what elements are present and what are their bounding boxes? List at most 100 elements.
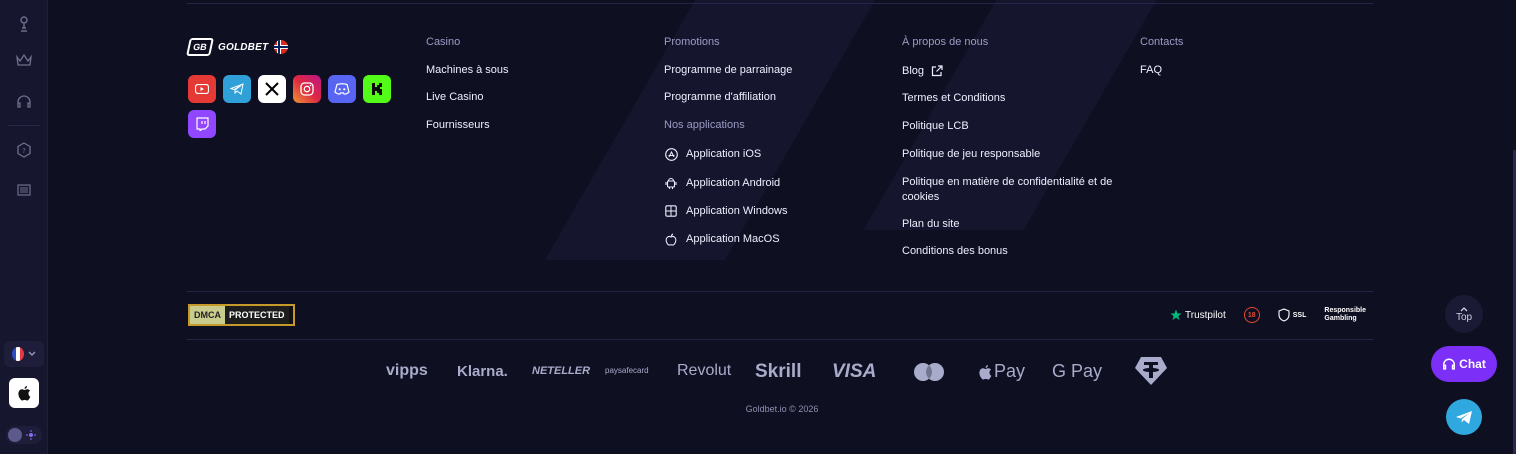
responsible-gambling-badge[interactable]: Responsible Gambling: [1324, 307, 1366, 323]
apple-pay-label: Pay: [994, 361, 1026, 381]
link-sitemap[interactable]: Plan du site: [902, 218, 959, 230]
footer-divider-1: [187, 291, 1373, 292]
app-macos-label: Application MacOS: [686, 233, 780, 245]
chat-button[interactable]: Chat: [1431, 346, 1497, 382]
discord-icon[interactable]: [328, 75, 356, 103]
payment-google-pay: G Pay: [1052, 361, 1103, 381]
footer-column-casino: Casino: [426, 36, 460, 48]
link-bonus-terms[interactable]: Conditions des bonus: [902, 245, 1008, 257]
payment-vipps: vipps: [386, 362, 428, 379]
trophy-icon[interactable]: [14, 14, 34, 34]
app-windows-label: Application Windows: [686, 205, 788, 217]
trustpilot-badge[interactable]: Trustpilot: [1170, 309, 1226, 321]
language-selector[interactable]: [4, 341, 44, 367]
logo-mark: GB: [186, 38, 214, 56]
chat-label: Chat: [1459, 357, 1486, 371]
column-title-casino: Casino: [426, 36, 461, 48]
dmca-protected-label: PROTECTED: [225, 306, 289, 324]
footer-column-about: À propos de nous: [902, 36, 988, 48]
top-divider: [187, 3, 1373, 4]
copyright-text: Goldbet.io © 2026: [0, 404, 1516, 414]
theme-toggle[interactable]: [6, 426, 42, 444]
app-ios-label: Application iOS: [686, 148, 762, 160]
link-live-casino[interactable]: Live Casino: [426, 91, 483, 103]
link-app-macos[interactable]: Application MacOS: [664, 232, 780, 246]
ssl-badge: SSL: [1278, 308, 1307, 322]
dmca-badge[interactable]: DMCA PROTECTED: [188, 304, 295, 326]
headset-icon: [1443, 358, 1456, 370]
france-flag-icon: [12, 347, 24, 361]
telegram-plane-icon: [1456, 410, 1472, 424]
norway-flag-icon: [274, 40, 289, 54]
trustpilot-label: Trustpilot: [1185, 309, 1226, 321]
link-affiliate[interactable]: Programme d'affiliation: [664, 91, 776, 103]
payment-klarna: Klarna.: [457, 363, 508, 380]
blog-label: Blog: [902, 65, 925, 77]
apple-pay-icon: [979, 364, 992, 379]
link-blog[interactable]: Blog: [902, 64, 944, 78]
scroll-top-label: Top: [1455, 311, 1473, 323]
payment-paysafecard: paysafecard: [605, 366, 649, 375]
svg-text:?: ?: [22, 147, 26, 155]
app-android-label: Application Android: [686, 177, 781, 189]
shield-icon: [1278, 308, 1290, 322]
sun-icon: [26, 430, 36, 440]
left-sidebar: ?: [0, 0, 48, 454]
footer-column-promotions: Promotions: [664, 36, 720, 48]
app-store-icon: [664, 147, 678, 161]
column-title-apps: Nos applications: [664, 119, 745, 131]
dmca-label: DMCA: [190, 306, 225, 324]
list-icon[interactable]: [14, 180, 34, 200]
help-icon[interactable]: ?: [14, 140, 34, 160]
copyright-label: Goldbet.io © 2026: [745, 404, 819, 414]
telegram-button[interactable]: [1446, 399, 1482, 435]
logo-text: GOLDBET: [218, 41, 269, 53]
trust-badges: Trustpilot 18 SSL Responsible Gambling: [1170, 305, 1366, 325]
column-title-contacts: Contacts: [1140, 36, 1184, 48]
youtube-icon[interactable]: [188, 75, 216, 103]
social-links: [188, 75, 398, 138]
tether-icon: [1134, 356, 1168, 391]
apple-icon: [18, 386, 31, 401]
link-responsible-gaming[interactable]: Politique de jeu responsable: [902, 148, 1040, 160]
android-icon: [664, 176, 678, 190]
link-app-ios[interactable]: Application iOS: [664, 147, 761, 161]
payment-neteller: NETELLER: [532, 365, 591, 377]
link-terms[interactable]: Termes et Conditions: [902, 92, 1005, 104]
telegram-icon[interactable]: [223, 75, 251, 103]
moon-icon: [8, 428, 22, 442]
age-restriction-badge: 18: [1243, 307, 1260, 323]
external-link-icon: [930, 64, 944, 78]
scroll-top-button[interactable]: Top: [1445, 295, 1483, 333]
rg-line-2: Gambling: [1324, 315, 1357, 322]
goldbet-logo[interactable]: GB GOLDBET: [186, 38, 289, 56]
footer-divider-2: [187, 339, 1373, 340]
column-title-promotions: Promotions: [664, 36, 720, 48]
payment-visa: VISA: [832, 361, 877, 382]
kick-icon[interactable]: [363, 75, 391, 103]
link-privacy-policy[interactable]: Politique en matière de confidentialité …: [902, 175, 1134, 205]
headset-icon[interactable]: [14, 92, 34, 112]
sidebar-divider: [8, 125, 40, 126]
footer-column-contacts: Contacts: [1140, 36, 1183, 48]
x-icon[interactable]: [258, 75, 286, 103]
star-icon: [1170, 309, 1182, 320]
windows-icon: [664, 204, 678, 218]
crown-icon[interactable]: [14, 50, 34, 70]
link-faq[interactable]: FAQ: [1140, 64, 1162, 76]
age-18-icon: 18: [1243, 307, 1260, 323]
column-title-about: À propos de nous: [902, 36, 989, 48]
link-referral[interactable]: Programme de parrainage: [664, 64, 792, 76]
ssl-label: SSL: [1292, 311, 1307, 319]
link-slots[interactable]: Machines à sous: [426, 64, 509, 76]
link-app-windows[interactable]: Application Windows: [664, 204, 788, 218]
chevron-down-icon: [28, 351, 36, 356]
twitch-icon[interactable]: [188, 110, 216, 138]
payment-apple-pay: Pay: [978, 361, 1025, 382]
payment-skrill: Skrill: [755, 361, 802, 382]
rg-line-1: Responsible: [1324, 307, 1367, 314]
link-aml-policy[interactable]: Politique LCB: [902, 120, 969, 132]
link-app-android[interactable]: Application Android: [664, 176, 780, 190]
link-providers[interactable]: Fournisseurs: [426, 119, 490, 131]
instagram-icon[interactable]: [293, 75, 321, 103]
